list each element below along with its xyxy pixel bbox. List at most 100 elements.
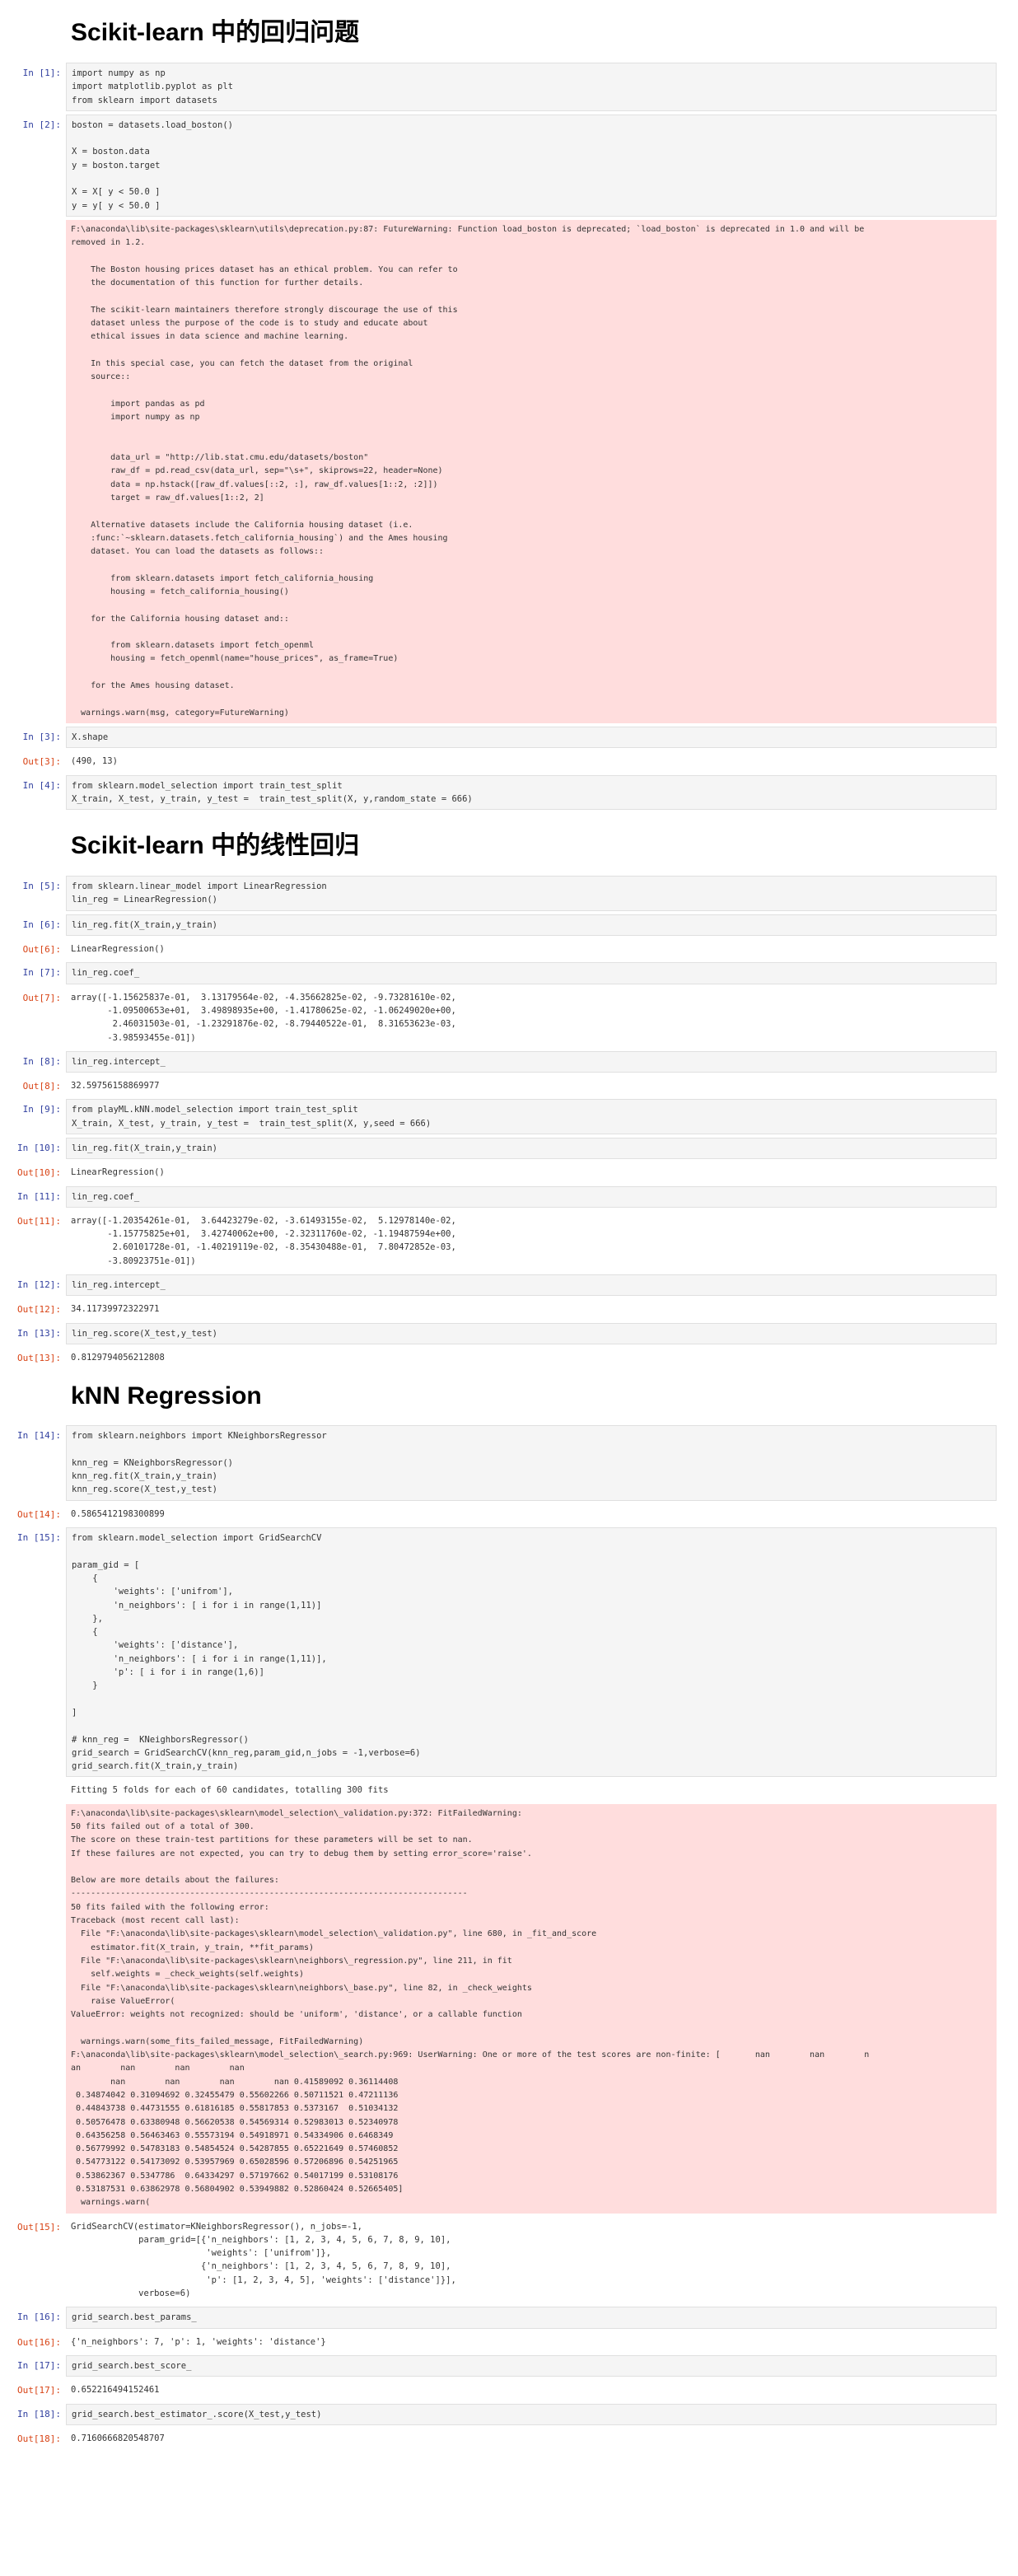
code-cell-12[interactable]: In [12]: lin_reg.intercept_	[0, 1274, 1018, 1297]
code-input[interactable]: boston = datasets.load_boston() X = bost…	[66, 114, 997, 217]
code-cell-1[interactable]: In [1]: import numpy as np import matplo…	[0, 63, 1018, 111]
input-prompt: In [7]:	[22, 967, 61, 979]
input-prompt: In [9]:	[22, 1104, 61, 1115]
result-output: {'n_neighbors': 7, 'p': 1, 'weights': 'd…	[71, 2336, 326, 2347]
input-prompt: In [1]:	[22, 68, 61, 78]
heading-knn-regression: kNN Regression	[71, 1382, 262, 1410]
output-area-18: Out[18]: 0.7160666820548707	[0, 2429, 1018, 2448]
result-output: 34.11739972322971	[71, 1304, 160, 1315]
input-prompt: In [17]:	[17, 2359, 61, 2371]
code-cell-17[interactable]: In [17]: grid_search.best_score_	[0, 2354, 1018, 2377]
notebook: Scikit-learn 中的回归问题 In [1]: import numpy…	[0, 0, 1018, 2448]
input-prompt: In [8]:	[22, 1055, 61, 1067]
output-area-16: Out[16]: {'n_neighbors': 7, 'p': 1, 'wei…	[0, 2332, 1018, 2352]
code-cell-3[interactable]: In [3]: X.shape	[0, 726, 1018, 749]
code-cell-6[interactable]: In [6]: lin_reg.fit(X_train,y_train)	[0, 914, 1018, 937]
output-prompt: Out[7]:	[22, 992, 61, 1003]
input-prompt: In [11]:	[17, 1190, 61, 1202]
code-cell-5[interactable]: In [5]: from sklearn.linear_model import…	[0, 876, 1018, 911]
output-prompt: Out[13]:	[17, 1352, 61, 1363]
result-output: array([-1.20354261e-01, 3.64423279e-02, …	[71, 1215, 456, 1266]
code-cell-2[interactable]: In [2]: boston = datasets.load_boston() …	[0, 114, 1018, 217]
output-area-8: Out[8]: 32.59756158869977	[0, 1076, 1018, 1096]
output-area-12: Out[12]: 34.11739972322971	[0, 1299, 1018, 1319]
code-input[interactable]: import numpy as np import matplotlib.pyp…	[66, 63, 997, 111]
input-prompt: In [2]:	[22, 119, 61, 130]
code-cell-11[interactable]: In [11]: lin_reg.coef_	[0, 1185, 1018, 1208]
input-prompt: In [3]:	[22, 731, 61, 742]
input-prompt: In [10]:	[17, 1143, 61, 1153]
result-output: 0.8129794056212808	[71, 1352, 165, 1363]
input-prompt: In [5]:	[22, 881, 61, 892]
code-input[interactable]: lin_reg.intercept_	[66, 1274, 997, 1297]
output-area-2: F:\anaconda\lib\site-packages\sklearn\ut…	[0, 219, 1018, 723]
code-cell-7[interactable]: In [7]: lin_reg.coef_	[0, 962, 1018, 984]
result-output: 0.7160666820548707	[71, 2433, 165, 2443]
output-area-17: Out[17]: 0.652216494152461	[0, 2380, 1018, 2400]
code-input[interactable]: from sklearn.neighbors import KNeighbors…	[66, 1425, 997, 1501]
code-input[interactable]: grid_search.best_params_	[66, 2307, 997, 2329]
output-prompt: Out[15]:	[17, 2221, 61, 2232]
output-prompt: Out[16]:	[17, 2336, 61, 2348]
stderr-warning-output: F:\anaconda\lib\site-packages\sklearn\mo…	[66, 1803, 997, 2214]
output-area-15-stdout: Fitting 5 folds for each of 60 candidate…	[0, 1780, 1018, 1800]
output-prompt: Out[11]:	[17, 1215, 61, 1227]
output-prompt: Out[8]:	[22, 1081, 61, 1092]
output-prompt: Out[17]:	[17, 2385, 61, 2396]
code-cell-18[interactable]: In [18]: grid_search.best_estimator_.sco…	[0, 2403, 1018, 2425]
input-prompt: In [18]:	[17, 2408, 61, 2419]
result-output: 0.5865412198300899	[71, 1508, 165, 1519]
result-output: array([-1.15625837e-01, 3.13179564e-02, …	[71, 992, 456, 1043]
input-prompt: In [13]:	[17, 1327, 61, 1339]
result-output: 32.59756158869977	[71, 1081, 160, 1092]
output-area-7: Out[7]: array([-1.15625837e-01, 3.131795…	[0, 988, 1018, 1048]
output-prompt: Out[3]:	[22, 756, 61, 768]
stderr-warning-output: F:\anaconda\lib\site-packages\sklearn\ut…	[66, 219, 997, 723]
code-input[interactable]: from playML.kNN.model_selection import t…	[66, 1099, 997, 1134]
output-area-15-stderr: F:\anaconda\lib\site-packages\sklearn\mo…	[0, 1803, 1018, 2214]
stdout-output: Fitting 5 folds for each of 60 candidate…	[71, 1785, 389, 1796]
result-output: 0.652216494152461	[71, 2385, 160, 2396]
code-input[interactable]: X.shape	[66, 726, 997, 749]
output-prompt: Out[18]:	[17, 2433, 61, 2444]
code-cell-15[interactable]: In [15]: from sklearn.model_selection im…	[0, 1527, 1018, 1778]
code-input[interactable]: lin_reg.coef_	[66, 1185, 997, 1208]
code-cell-10[interactable]: In [10]: lin_reg.fit(X_train,y_train)	[0, 1138, 1018, 1160]
output-prompt: Out[14]:	[17, 1508, 61, 1520]
output-area-11: Out[11]: array([-1.20354261e-01, 3.64423…	[0, 1211, 1018, 1271]
code-cell-16[interactable]: In [16]: grid_search.best_params_	[0, 2307, 1018, 2329]
code-cell-4[interactable]: In [4]: from sklearn.model_selection imp…	[0, 774, 1018, 811]
code-cell-14[interactable]: In [14]: from sklearn.neighbors import K…	[0, 1425, 1018, 1501]
code-cell-9[interactable]: In [9]: from playML.kNN.model_selection …	[0, 1099, 1018, 1134]
code-input[interactable]: lin_reg.coef_	[66, 962, 997, 984]
result-output: LinearRegression()	[71, 944, 165, 955]
input-prompt: In [15]:	[17, 1532, 61, 1544]
code-input[interactable]: from sklearn.model_selection import Grid…	[66, 1527, 997, 1778]
output-area-14: Out[14]: 0.5865412198300899	[0, 1504, 1018, 1524]
code-input[interactable]: grid_search.best_score_	[66, 2354, 997, 2377]
code-input[interactable]: grid_search.best_estimator_.score(X_test…	[66, 2403, 997, 2425]
input-prompt: In [16]:	[17, 2312, 61, 2323]
output-area-3: Out[3]: (490, 13)	[0, 751, 1018, 771]
code-input[interactable]: from sklearn.model_selection import trai…	[66, 774, 997, 811]
code-input[interactable]: lin_reg.intercept_	[66, 1050, 997, 1073]
output-area-15: Out[15]: GridSearchCV(estimator=KNeighbo…	[0, 2217, 1018, 2304]
code-cell-8[interactable]: In [8]: lin_reg.intercept_	[0, 1050, 1018, 1073]
output-area-13: Out[13]: 0.8129794056212808	[0, 1348, 1018, 1367]
output-prompt: Out[6]:	[22, 944, 61, 956]
code-input[interactable]: lin_reg.fit(X_train,y_train)	[66, 914, 997, 937]
result-output: GridSearchCV(estimator=KNeighborsRegress…	[71, 2221, 456, 2299]
input-prompt: In [4]:	[22, 779, 61, 791]
code-cell-13[interactable]: In [13]: lin_reg.score(X_test,y_test)	[0, 1322, 1018, 1344]
code-input[interactable]: lin_reg.fit(X_train,y_train)	[66, 1138, 997, 1160]
output-area-10: Out[10]: LinearRegression()	[0, 1162, 1018, 1182]
heading-regression: Scikit-learn 中的回归问题	[71, 19, 360, 46]
input-prompt: In [14]:	[17, 1430, 61, 1442]
code-input[interactable]: from sklearn.linear_model import LinearR…	[66, 876, 997, 911]
output-prompt: Out[12]:	[17, 1304, 61, 1316]
result-output: LinearRegression()	[71, 1167, 165, 1178]
result-output: (490, 13)	[71, 756, 118, 767]
code-input[interactable]: lin_reg.score(X_test,y_test)	[66, 1322, 997, 1344]
output-prompt: Out[10]:	[17, 1167, 61, 1179]
heading-linear-regression: Scikit-learn 中的线性回归	[71, 832, 360, 860]
